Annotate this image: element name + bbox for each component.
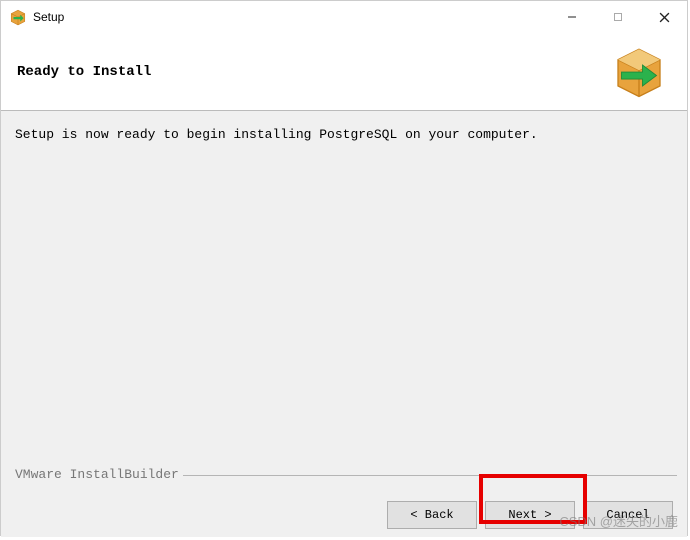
back-button[interactable]: < Back bbox=[387, 501, 477, 529]
page-title: Ready to Install bbox=[17, 64, 151, 80]
window-title: Setup bbox=[33, 10, 549, 24]
box-arrow-large-icon bbox=[611, 44, 667, 100]
brand-label: VMware InstallBuilder bbox=[11, 467, 183, 482]
ready-message: Setup is now ready to begin installing P… bbox=[15, 127, 673, 142]
wizard-header: Ready to Install bbox=[1, 33, 687, 111]
box-arrow-icon bbox=[9, 8, 27, 26]
cancel-button[interactable]: Cancel bbox=[583, 501, 673, 529]
button-row: < Back Next > Cancel bbox=[387, 501, 673, 529]
wizard-footer: VMware InstallBuilder < Back Next > Canc… bbox=[1, 459, 687, 537]
setup-window: Setup Ready to Install Setup i bbox=[0, 0, 688, 536]
titlebar: Setup bbox=[1, 1, 687, 33]
window-controls bbox=[549, 1, 687, 33]
next-button[interactable]: Next > bbox=[485, 501, 575, 529]
maximize-button[interactable] bbox=[595, 1, 641, 33]
minimize-button[interactable] bbox=[549, 1, 595, 33]
content-area: Setup is now ready to begin installing P… bbox=[1, 111, 687, 459]
close-button[interactable] bbox=[641, 1, 687, 33]
